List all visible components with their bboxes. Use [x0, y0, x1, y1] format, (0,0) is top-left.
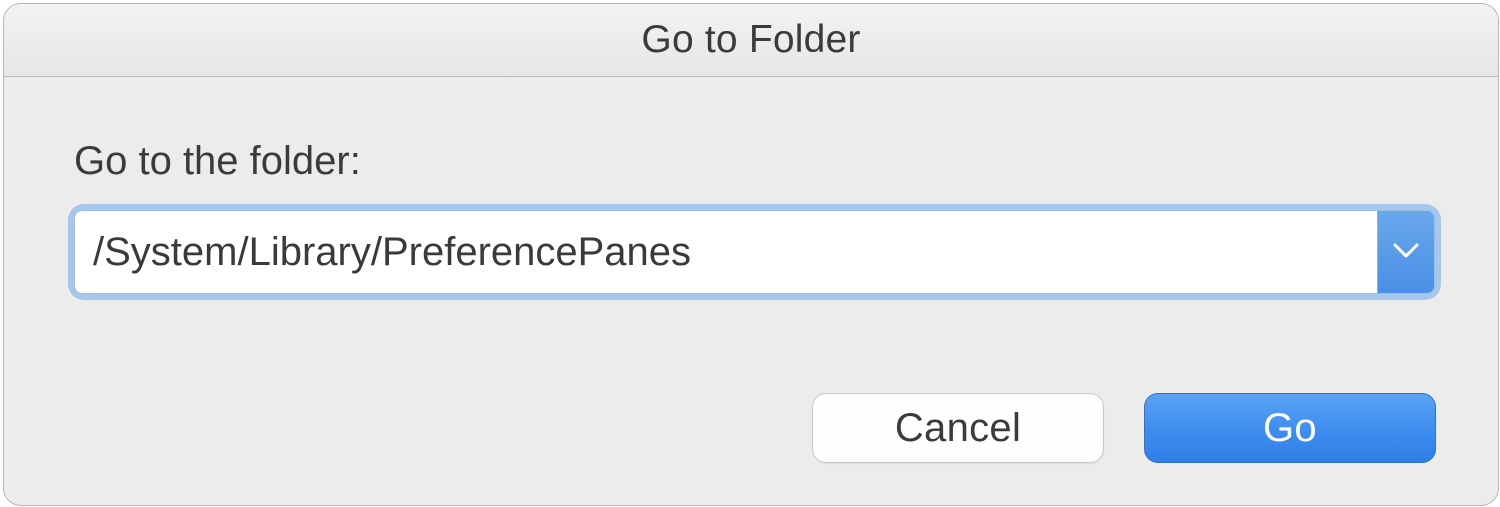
- history-dropdown-button[interactable]: [1377, 211, 1434, 293]
- dialog-title: Go to Folder: [641, 18, 860, 62]
- cancel-button-label: Cancel: [895, 406, 1021, 451]
- cancel-button[interactable]: Cancel: [812, 393, 1104, 463]
- prompt-label: Go to the folder:: [74, 139, 1428, 184]
- path-input[interactable]: [75, 211, 1377, 293]
- button-row: Cancel Go: [812, 393, 1436, 463]
- chevron-down-icon: [1393, 241, 1419, 264]
- titlebar: Go to Folder: [4, 4, 1498, 77]
- dialog-body: Go to the folder:: [4, 77, 1498, 294]
- go-button[interactable]: Go: [1144, 393, 1436, 463]
- path-combobox[interactable]: [74, 210, 1435, 294]
- go-to-folder-dialog: Go to Folder Go to the folder: Cancel Go: [3, 3, 1499, 506]
- go-button-label: Go: [1263, 406, 1317, 451]
